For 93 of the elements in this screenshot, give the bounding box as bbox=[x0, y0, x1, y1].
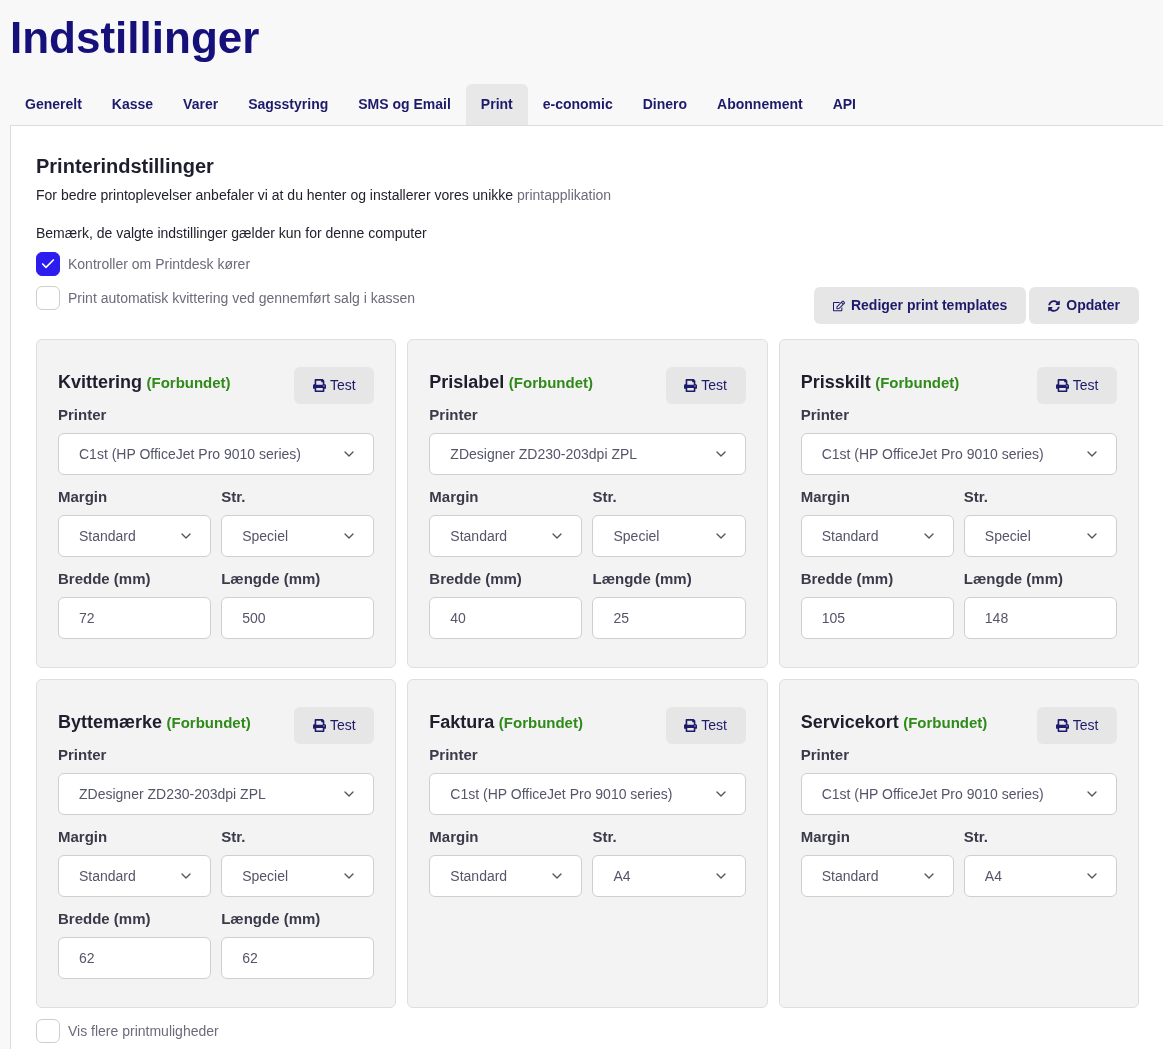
field-label: Margin bbox=[58, 488, 109, 506]
field-label: Str. bbox=[963, 488, 989, 506]
checkbox-label: Print automatisk kvittering ved gennemført salg i kassen bbox=[68, 288, 416, 308]
checkbox-label: Kontroller om Printdesk kører bbox=[68, 254, 251, 274]
field-label: Margin bbox=[429, 488, 480, 506]
field-label: Printer bbox=[800, 746, 850, 764]
printer-select[interactable]: C1st (HP OfficeJet Pro 9010 series) bbox=[429, 773, 746, 815]
margin-select[interactable]: Standard bbox=[429, 855, 583, 897]
field-label: Længde (mm) bbox=[592, 570, 693, 588]
card-title: Servicekort (Forbundet) bbox=[800, 711, 988, 734]
printer-select[interactable]: C1st (HP OfficeJet Pro 9010 series) bbox=[800, 773, 1117, 815]
tab[interactable]: SMS og Email bbox=[343, 84, 466, 125]
width-field[interactable]: 72 bbox=[58, 597, 212, 639]
field-label: Bredde (mm) bbox=[58, 570, 152, 588]
field-label: Bredde (mm) bbox=[429, 570, 523, 588]
printer-icon bbox=[1055, 719, 1069, 732]
test-button[interactable]: Test bbox=[1037, 707, 1117, 744]
tab[interactable]: e-conomic bbox=[527, 84, 628, 125]
margin-select[interactable]: Standard bbox=[800, 515, 954, 557]
size-select[interactable]: A4 bbox=[963, 855, 1117, 897]
card-title: Byttemærke (Forbundet) bbox=[58, 711, 251, 734]
field-label: Str. bbox=[221, 488, 247, 506]
test-button[interactable]: Test bbox=[294, 707, 375, 744]
printer-select[interactable]: ZDesigner ZD230-203dpi ZPL bbox=[429, 433, 746, 475]
field-label: Længde (mm) bbox=[221, 570, 322, 588]
width-field[interactable]: 62 bbox=[58, 937, 212, 979]
checkbox-label: Vis flere printmuligheder bbox=[68, 1021, 219, 1041]
field-label: Str. bbox=[592, 488, 618, 506]
refresh-icon bbox=[1048, 299, 1061, 312]
test-button[interactable]: Test bbox=[294, 367, 375, 404]
printer-select[interactable]: C1st (HP OfficeJet Pro 9010 series) bbox=[58, 433, 375, 475]
field-label: Bredde (mm) bbox=[800, 570, 895, 588]
field-label: Printer bbox=[58, 406, 108, 424]
size-select[interactable]: Speciel bbox=[592, 515, 746, 557]
field-label: Printer bbox=[800, 406, 850, 424]
checkbox[interactable] bbox=[36, 252, 60, 276]
test-button[interactable]: Test bbox=[665, 367, 746, 404]
tab[interactable]: Sagsstyring bbox=[233, 84, 344, 125]
tab[interactable]: Dinero bbox=[627, 84, 703, 125]
size-select[interactable]: Speciel bbox=[221, 855, 375, 897]
field-label: Printer bbox=[58, 746, 108, 764]
intro-text: For bedre printoplevelser anbefaler vi at du henter og installerer vores unikke printapplikation bbox=[36, 186, 613, 205]
section-title: Printerindstillinger bbox=[36, 154, 215, 179]
edit-icon bbox=[832, 299, 845, 312]
page-title: Indstillinger bbox=[9, 12, 261, 64]
width-field[interactable]: 40 bbox=[429, 597, 583, 639]
printer-select[interactable]: ZDesigner ZD230-203dpi ZPL bbox=[58, 773, 375, 815]
field-label: Længde (mm) bbox=[963, 570, 1064, 588]
field-label: Str. bbox=[221, 828, 247, 846]
field-label: Margin bbox=[800, 828, 851, 846]
printer-icon bbox=[684, 719, 698, 732]
field-label: Str. bbox=[963, 828, 989, 846]
field-label: Margin bbox=[429, 828, 480, 846]
length-field[interactable]: 148 bbox=[963, 597, 1117, 639]
field-label: Længde (mm) bbox=[221, 910, 322, 928]
length-field[interactable]: 62 bbox=[221, 937, 375, 979]
card-title: Faktura (Forbundet) bbox=[429, 711, 583, 734]
printer-icon bbox=[684, 379, 698, 392]
width-field[interactable]: 105 bbox=[800, 597, 954, 639]
length-field[interactable]: 25 bbox=[592, 597, 746, 639]
action-button[interactable]: Opdater bbox=[1029, 287, 1139, 324]
field-label: Str. bbox=[592, 828, 618, 846]
printer-icon bbox=[313, 719, 326, 732]
tab[interactable]: Kasse bbox=[96, 84, 169, 125]
field-label: Margin bbox=[58, 828, 109, 846]
tab[interactable]: Varer bbox=[168, 84, 234, 125]
field-label: Bredde (mm) bbox=[58, 910, 152, 928]
tab[interactable]: API bbox=[817, 84, 871, 125]
app-link[interactable]: printapplikation bbox=[516, 187, 612, 203]
field-label: Printer bbox=[429, 406, 479, 424]
margin-select[interactable]: Standard bbox=[429, 515, 583, 557]
field-label: Printer bbox=[429, 746, 479, 764]
action-button[interactable]: Rediger print templates bbox=[813, 287, 1027, 324]
field-label: Margin bbox=[800, 488, 851, 506]
tab[interactable]: Print bbox=[465, 84, 528, 125]
tab[interactable]: Generelt bbox=[10, 84, 97, 125]
margin-select[interactable]: Standard bbox=[800, 855, 954, 897]
size-select[interactable]: Speciel bbox=[221, 515, 375, 557]
printer-icon bbox=[313, 379, 326, 392]
printer-select[interactable]: C1st (HP OfficeJet Pro 9010 series) bbox=[800, 433, 1117, 475]
printer-icon bbox=[1055, 379, 1069, 392]
margin-select[interactable]: Standard bbox=[58, 515, 212, 557]
tab[interactable]: Abonnement bbox=[702, 84, 818, 125]
card-title: Kvittering (Forbundet) bbox=[58, 371, 231, 394]
test-button[interactable]: Test bbox=[1037, 367, 1117, 404]
note-text: Bemærk, de valgte indstillinger gælder kun for denne computer bbox=[36, 224, 428, 243]
size-select[interactable]: Speciel bbox=[963, 515, 1117, 557]
test-button[interactable]: Test bbox=[665, 707, 746, 744]
margin-select[interactable]: Standard bbox=[58, 855, 212, 897]
length-field[interactable]: 500 bbox=[221, 597, 375, 639]
card-title: Prisskilt (Forbundet) bbox=[800, 371, 960, 394]
card-title: Prislabel (Forbundet) bbox=[429, 371, 593, 394]
size-select[interactable]: A4 bbox=[592, 855, 746, 897]
